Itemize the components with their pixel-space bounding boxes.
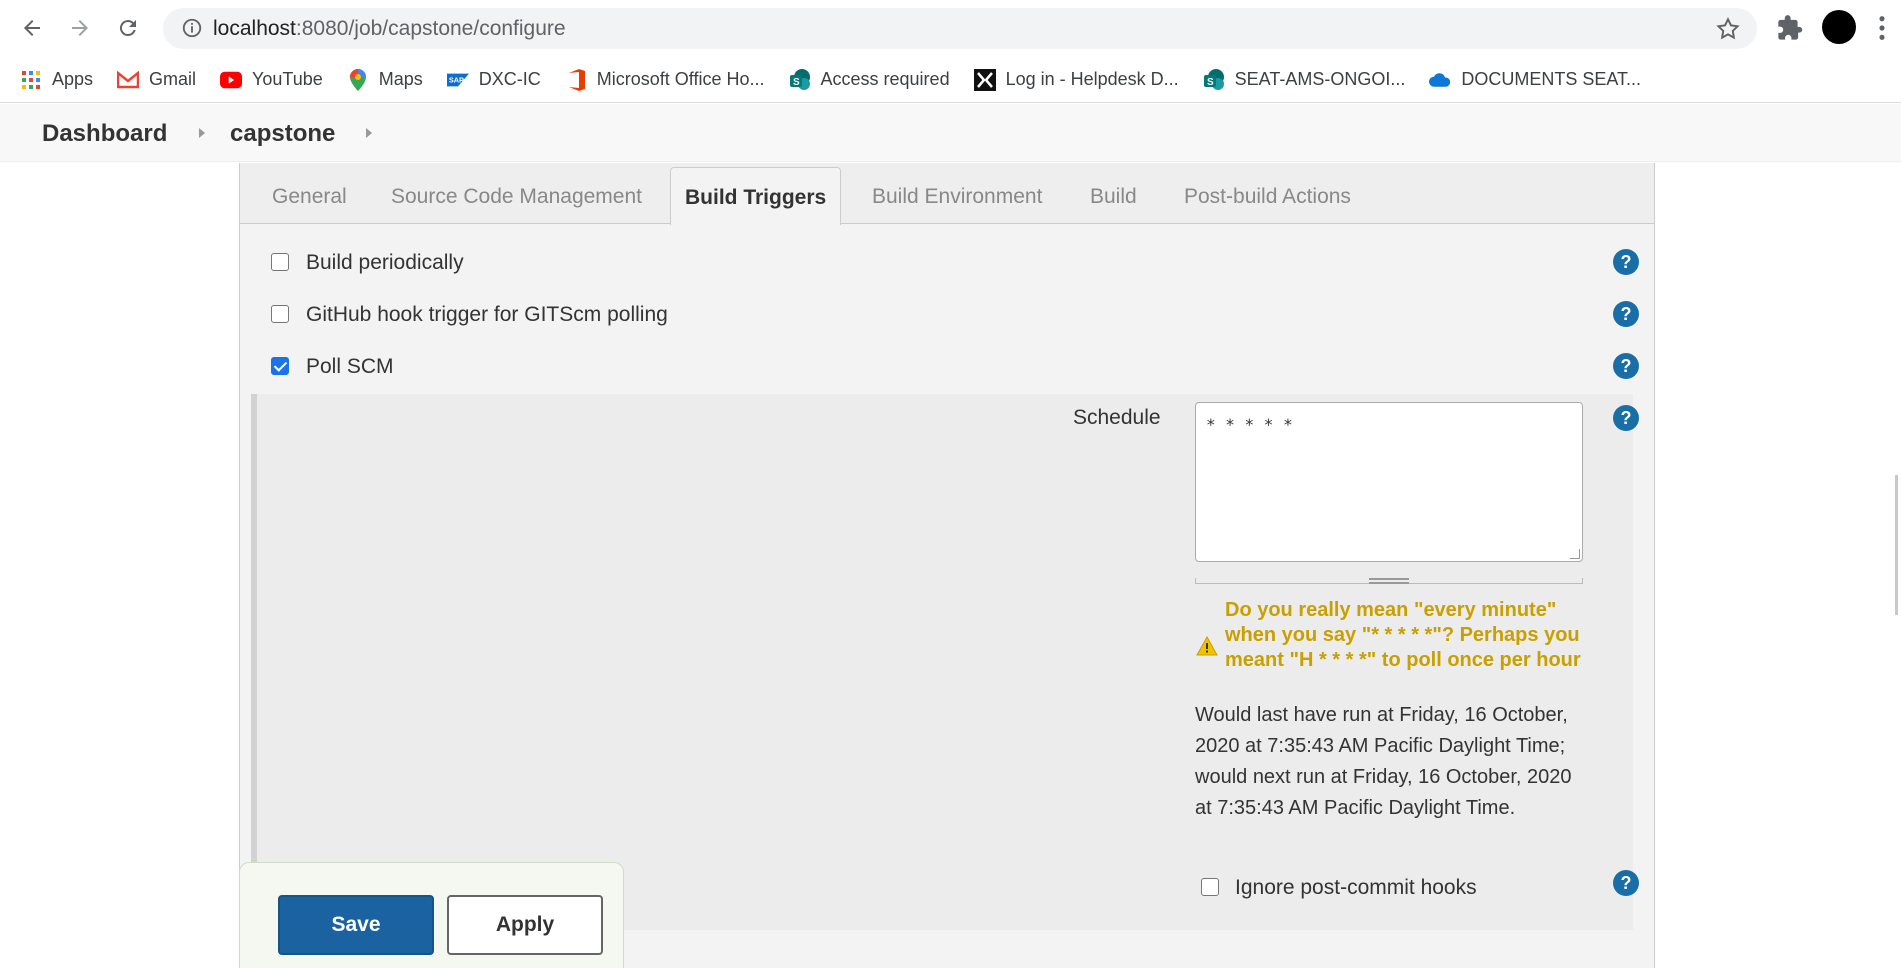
bookmark-label: Microsoft Office Ho... — [596, 69, 765, 89]
profile-avatar[interactable] — [1822, 10, 1856, 44]
bookmark-helpdesk[interactable]: Log in - Helpdesk D... — [973, 68, 1179, 91]
poll-scm-checkbox[interactable] — [271, 357, 289, 375]
help-poll-scm-icon[interactable]: ? — [1613, 353, 1639, 379]
tab-build-environment[interactable]: Build Environment — [872, 185, 1042, 209]
github-hook-checkbox[interactable] — [271, 305, 289, 323]
star-icon[interactable] — [1715, 16, 1741, 42]
bookmark-label: Maps — [378, 69, 423, 89]
save-button[interactable]: Save — [278, 895, 434, 955]
page-scrollbar[interactable] — [1895, 475, 1898, 615]
bookmark-apps[interactable]: Apps — [20, 69, 93, 91]
apply-button[interactable]: Apply — [447, 895, 603, 955]
bookmarks-bar: Apps Gmail YouTube Maps SAP DXC-IC Micro… — [0, 57, 1901, 103]
bookmark-label: DXC-IC — [478, 69, 541, 89]
bookmark-youtube[interactable]: YouTube — [220, 69, 323, 91]
breadcrumb-job[interactable]: capstone — [230, 120, 335, 148]
config-tabbar: General Source Code Management Build Tri… — [240, 163, 1654, 225]
bookmark-seat-ams[interactable]: S SEAT-AMS-ONGOI... — [1203, 68, 1406, 91]
breadcrumb-chevron-icon[interactable] — [366, 128, 372, 138]
extensions-puzzle-icon[interactable] — [1776, 14, 1804, 42]
youtube-icon — [220, 69, 243, 91]
bookmark-label: Gmail — [149, 69, 197, 89]
address-bar[interactable]: localhost:8080/job/capstone/configure — [163, 8, 1757, 49]
bookmark-label: Access required — [820, 69, 950, 89]
build-periodically-label[interactable]: Build periodically — [306, 251, 464, 275]
sharepoint-icon: S — [789, 68, 811, 91]
tab-source-code-management[interactable]: Source Code Management — [391, 185, 642, 209]
sharepoint-icon: S — [1203, 68, 1225, 91]
tab-build-triggers[interactable]: Build Triggers — [670, 167, 842, 225]
svg-text:S: S — [793, 77, 800, 88]
schedule-textarea[interactable]: * * * * * — [1195, 402, 1583, 562]
forward-button[interactable] — [60, 12, 100, 44]
build-periodically-checkbox[interactable] — [271, 253, 289, 271]
tab-general[interactable]: General — [272, 185, 347, 209]
drag-handle-icon[interactable] — [1369, 578, 1409, 584]
bookmark-access-required[interactable]: S Access required — [789, 68, 950, 91]
url-path: :8080/job/capstone/configure — [295, 17, 566, 40]
reload-icon — [119, 20, 136, 37]
info-icon — [182, 18, 202, 38]
onedrive-icon — [1429, 69, 1451, 91]
trigger-row-github-hook: GitHub hook trigger for GITScm polling — [255, 291, 1637, 341]
help-schedule-icon[interactable]: ? — [1613, 405, 1639, 431]
bookmark-maps[interactable]: Maps — [347, 68, 423, 91]
schedule-warning: Do you really mean "every minute" when y… — [1225, 599, 1581, 671]
bookmark-documents-seat[interactable]: DOCUMENTS SEAT... — [1429, 69, 1641, 91]
sap-icon: SAP — [446, 69, 469, 91]
bookmark-label: Apps — [52, 69, 94, 89]
bottom-action-bar: Save Apply — [239, 862, 624, 968]
bookmark-label: SEAT-AMS-ONGOI... — [1234, 69, 1406, 89]
browser-toolbar: localhost:8080/job/capstone/configure — [0, 0, 1901, 56]
url-host: localhost — [213, 17, 296, 40]
bookmark-label: Log in - Helpdesk D... — [1005, 69, 1179, 89]
arrow-right-icon — [72, 20, 88, 36]
help-build-periodically-icon[interactable]: ? — [1613, 249, 1639, 275]
url-text: localhost:8080/job/capstone/configure — [213, 17, 566, 41]
schedule-run-info: Would last have run at Friday, 16 Octobe… — [1195, 704, 1572, 819]
arrow-left-icon — [24, 20, 40, 36]
svg-text:SAP: SAP — [449, 75, 464, 84]
trigger-row-build-periodically: Build periodically — [255, 239, 1637, 289]
bookmark-office[interactable]: Microsoft Office Ho... — [565, 68, 765, 91]
bookmark-gmail[interactable]: Gmail — [117, 69, 196, 91]
bookmark-dxc-ic[interactable]: SAP DXC-IC — [446, 69, 541, 91]
schedule-value: * * * * * — [1206, 415, 1293, 434]
apps-grid-icon — [20, 69, 42, 91]
breadcrumb-dashboard[interactable]: Dashboard — [42, 120, 167, 148]
github-hook-label[interactable]: GitHub hook trigger for GITScm polling — [306, 303, 668, 327]
bookmark-label: DOCUMENTS SEAT... — [1461, 69, 1642, 89]
breadcrumb: Dashboard capstone — [0, 104, 1901, 162]
tab-build[interactable]: Build — [1090, 185, 1137, 209]
maps-icon — [347, 68, 369, 91]
help-ignore-hooks-icon[interactable]: ? — [1613, 870, 1639, 896]
kebab-menu-icon[interactable] — [1876, 14, 1888, 42]
help-github-hook-icon[interactable]: ? — [1613, 301, 1639, 327]
office-icon — [565, 68, 587, 91]
ignore-post-commit-hooks-checkbox[interactable] — [1201, 878, 1219, 896]
poll-scm-label[interactable]: Poll SCM — [306, 355, 394, 379]
svg-text:S: S — [1207, 77, 1214, 88]
breadcrumb-chevron-icon[interactable] — [199, 128, 205, 138]
bookmark-label: YouTube — [252, 69, 323, 89]
resize-grip-icon[interactable] — [1570, 549, 1580, 559]
back-button[interactable] — [12, 12, 52, 44]
helpdesk-icon — [973, 68, 996, 91]
schedule-label: Schedule — [1073, 406, 1161, 429]
tab-post-build-actions[interactable]: Post-build Actions — [1184, 185, 1351, 209]
trigger-row-poll-scm: Poll SCM — [255, 343, 1637, 393]
reload-button[interactable] — [108, 12, 148, 44]
ignore-post-commit-hooks-label[interactable]: Ignore post-commit hooks — [1235, 876, 1477, 900]
gmail-icon — [117, 69, 140, 91]
